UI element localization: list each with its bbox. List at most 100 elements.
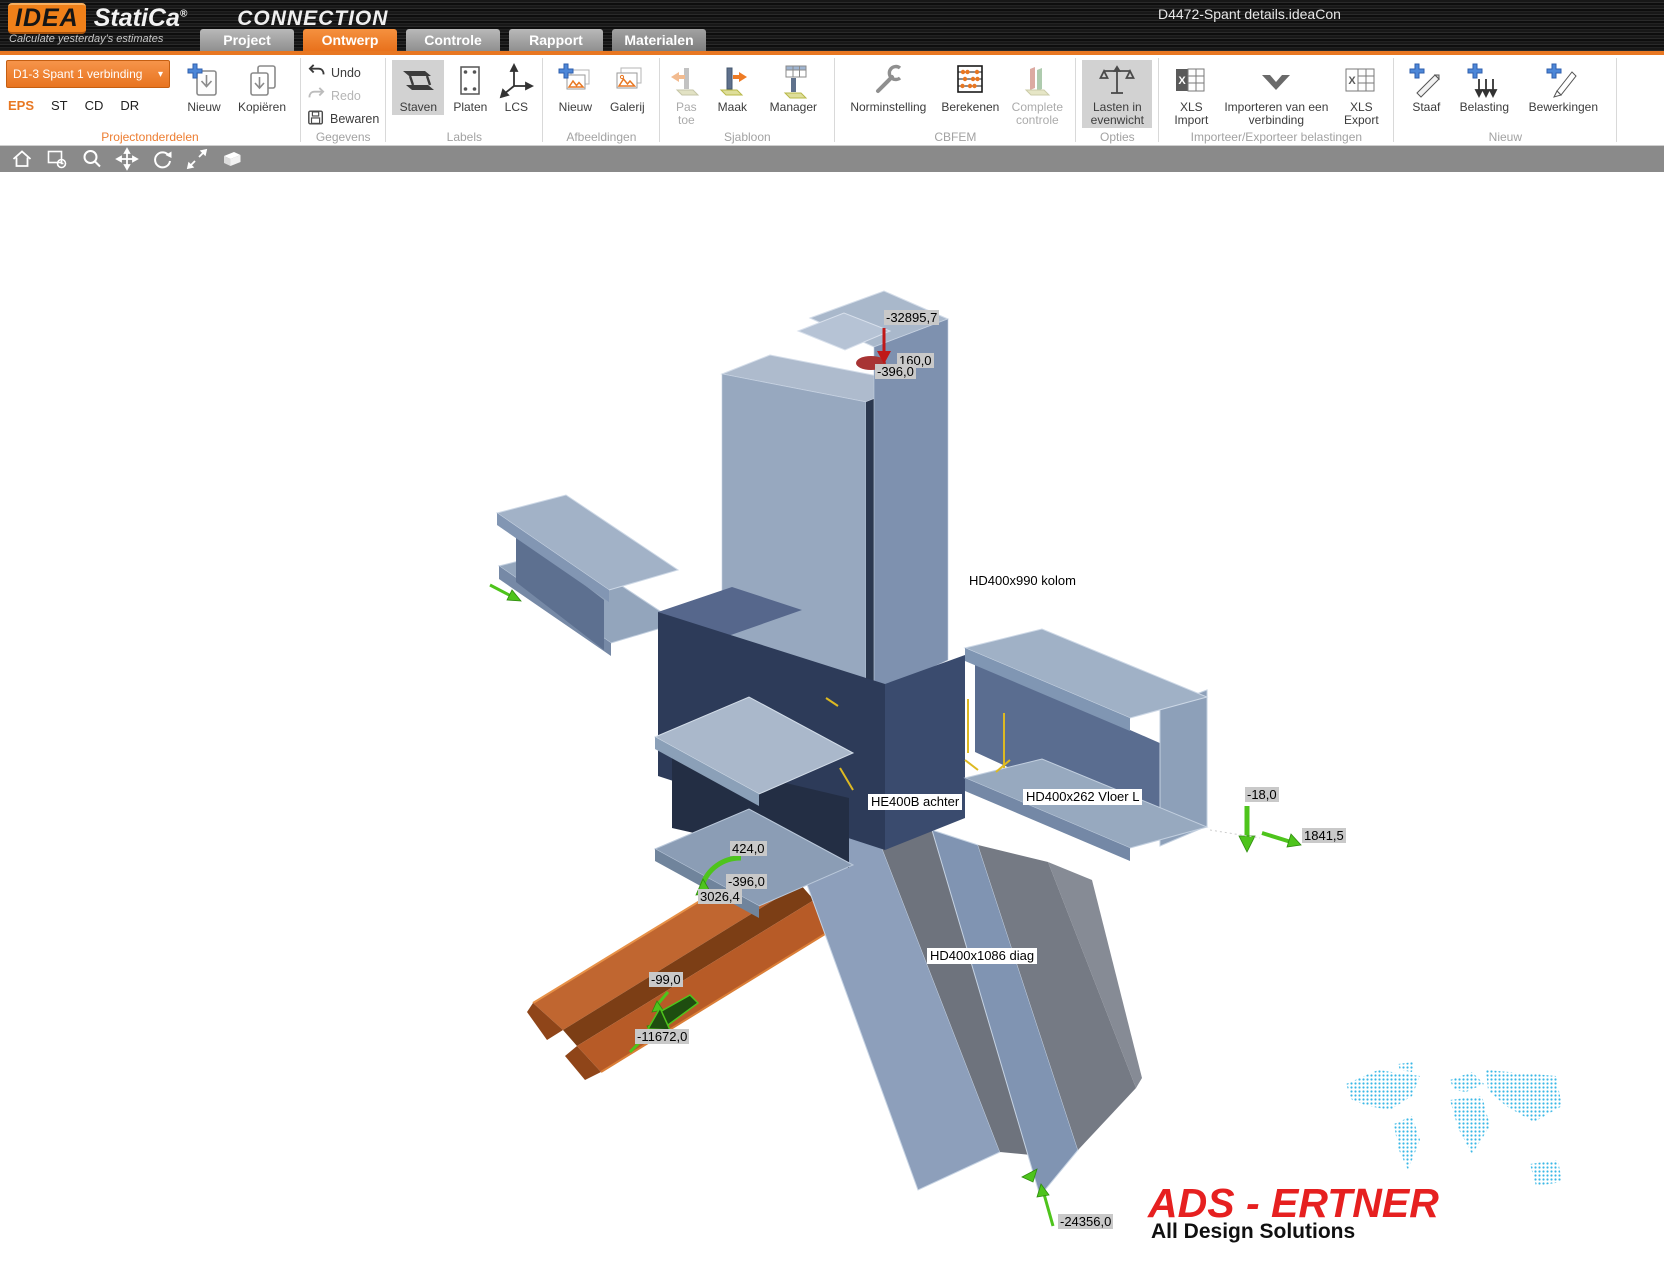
rotate-button[interactable] — [150, 147, 174, 171]
button-label: XLS Export — [1344, 100, 1379, 127]
create-template-button[interactable]: Maak — [706, 60, 758, 115]
pan-button[interactable] — [115, 147, 139, 171]
world-map-icon — [1338, 1062, 1568, 1227]
add-member-button[interactable]: Staaf — [1400, 60, 1452, 115]
labels-lcs-button[interactable]: LCS — [496, 60, 536, 115]
group-label: Gegevens — [315, 130, 371, 144]
calculate-button[interactable]: Berekenen — [935, 60, 1005, 115]
home-view-button[interactable] — [10, 147, 34, 171]
load-label: -11672,0 — [635, 1029, 690, 1044]
tab-project[interactable]: Project — [200, 29, 294, 51]
add-member-icon — [1407, 61, 1445, 101]
product-name: CONNECTION — [237, 6, 389, 30]
code-setup-wrench-icon — [869, 61, 907, 101]
load-label: 1841,5 — [1302, 828, 1346, 843]
group-cbfem: Norminstelling Berekenen Complete contro… — [835, 55, 1075, 145]
svg-text:X: X — [1179, 75, 1187, 87]
load-label: -32895,7 — [884, 310, 940, 325]
button-label: Nieuw — [558, 100, 593, 114]
zoom-button[interactable] — [80, 147, 104, 171]
xls-export-button[interactable]: X XLS Export — [1335, 60, 1387, 128]
group-sjabloon: Pas toe Maak Manager Sjabloon — [660, 55, 834, 145]
tab-rapport[interactable]: Rapport — [509, 29, 603, 51]
plates-label-icon — [451, 61, 489, 101]
model-member-diagonal-brace[interactable] — [792, 811, 1142, 1198]
svg-text:X: X — [1349, 75, 1357, 87]
group-nieuw: Staaf Belasting Bewerkingen Nieuw — [1394, 55, 1616, 145]
save-icon — [307, 109, 325, 129]
viewport-3d[interactable]: HD400x990 kolom HE400B achter HD400x262 … — [0, 172, 1664, 1280]
mode-dr[interactable]: DR — [120, 98, 139, 113]
button-label: Lasten in evenwicht — [1090, 100, 1145, 127]
fit-view-button[interactable] — [185, 147, 209, 171]
button-label: XLS Import — [1174, 100, 1209, 127]
import-connection-button[interactable]: Importeren van een verbinding — [1217, 60, 1335, 128]
ribbon-tabs: Project Ontwerp Controle Rapport Materia… — [200, 29, 706, 51]
undo-icon — [307, 63, 326, 83]
tab-ontwerp[interactable]: Ontwerp — [303, 29, 397, 51]
add-load-icon — [1465, 61, 1503, 101]
group-projectonderdelen: D1-3 Spant 1 verbinding ▾ EPS ST CD DR N… — [0, 55, 300, 145]
load-label: 424,0 — [730, 841, 767, 856]
document-title: D4472-Spant details.ideaCon — [1158, 6, 1341, 22]
model-member-right-beam[interactable] — [963, 628, 1209, 861]
add-load-button[interactable]: Belasting — [1452, 60, 1516, 115]
gallery-button[interactable]: Galerij — [601, 60, 653, 115]
watermark-subtitle: All Design Solutions — [1151, 1220, 1356, 1243]
apply-template-button: Pas toe — [666, 60, 706, 128]
group-label: CBFEM — [934, 130, 977, 144]
load-label: -99,0 — [649, 972, 683, 987]
load-label: 3026,4 — [698, 889, 742, 904]
button-label: Redo — [331, 89, 361, 103]
template-manager-button[interactable]: Manager — [758, 60, 828, 115]
group-label: Sjabloon — [723, 130, 771, 144]
button-label: Belasting — [1459, 100, 1510, 114]
member-label: HD400x262 Vloer L — [1023, 789, 1143, 805]
mode-cd[interactable]: CD — [85, 98, 104, 113]
zoom-window-button[interactable] — [45, 147, 69, 171]
copy-project-item-button[interactable]: Kopiëren — [230, 60, 294, 115]
tagline: Calculate yesterday's estimates — [9, 33, 164, 45]
brand-name: StatiCa® — [93, 4, 188, 32]
labels-plates-button[interactable]: Platen — [444, 60, 496, 115]
ribbon-separator — [1616, 58, 1618, 142]
tab-controle[interactable]: Controle — [406, 29, 500, 51]
member-label: HD400x990 kolom — [966, 573, 1079, 589]
undo-button[interactable]: Undo — [307, 63, 379, 83]
new-picture-button[interactable]: Nieuw — [549, 60, 601, 115]
redo-icon — [307, 86, 326, 106]
member-label: HD400x1086 diag — [927, 948, 1038, 964]
view-toolbar — [0, 146, 1664, 172]
members-label-icon — [399, 61, 437, 101]
model-member-left-beam[interactable] — [495, 494, 680, 656]
chevron-down-icon: ▾ — [157, 68, 163, 80]
button-label: Undo — [331, 66, 361, 80]
code-setup-button[interactable]: Norminstelling — [841, 60, 935, 115]
labels-members-button[interactable]: Staven — [392, 60, 445, 115]
new-project-item-button[interactable]: Nieuw — [178, 60, 230, 115]
button-label: Platen — [453, 100, 488, 114]
template-manager-icon — [774, 61, 812, 101]
button-label: LCS — [504, 100, 529, 114]
button-label: Berekenen — [941, 100, 1000, 114]
registered-mark: ® — [179, 8, 188, 20]
xls-import-button[interactable]: X XLS Import — [1165, 60, 1217, 128]
group-labels: Staven Platen LCS Labels — [386, 55, 542, 145]
mode-st[interactable]: ST — [51, 98, 68, 113]
mode-eps[interactable]: EPS — [8, 98, 34, 113]
add-operation-icon — [1544, 61, 1582, 101]
solid-view-button[interactable] — [220, 147, 244, 171]
group-label: Nieuw — [1488, 130, 1523, 144]
complete-check-button: Complete controle — [1005, 60, 1069, 128]
button-label: Galerij — [610, 100, 645, 114]
redo-button: Redo — [307, 86, 379, 106]
project-item-dropdown[interactable]: D1-3 Spant 1 verbinding ▾ — [6, 60, 170, 88]
button-label: Complete controle — [1011, 100, 1064, 127]
loads-in-equilibrium-button[interactable]: Lasten in evenwicht — [1082, 60, 1153, 128]
add-operation-button[interactable]: Bewerkingen — [1516, 60, 1610, 115]
save-button[interactable]: Bewaren — [307, 109, 379, 129]
group-label: Afbeeldingen — [566, 130, 637, 144]
tab-materialen[interactable]: Materialen — [612, 29, 706, 51]
button-label: Pas toe — [676, 100, 697, 127]
load-label: -18,0 — [1245, 787, 1279, 802]
